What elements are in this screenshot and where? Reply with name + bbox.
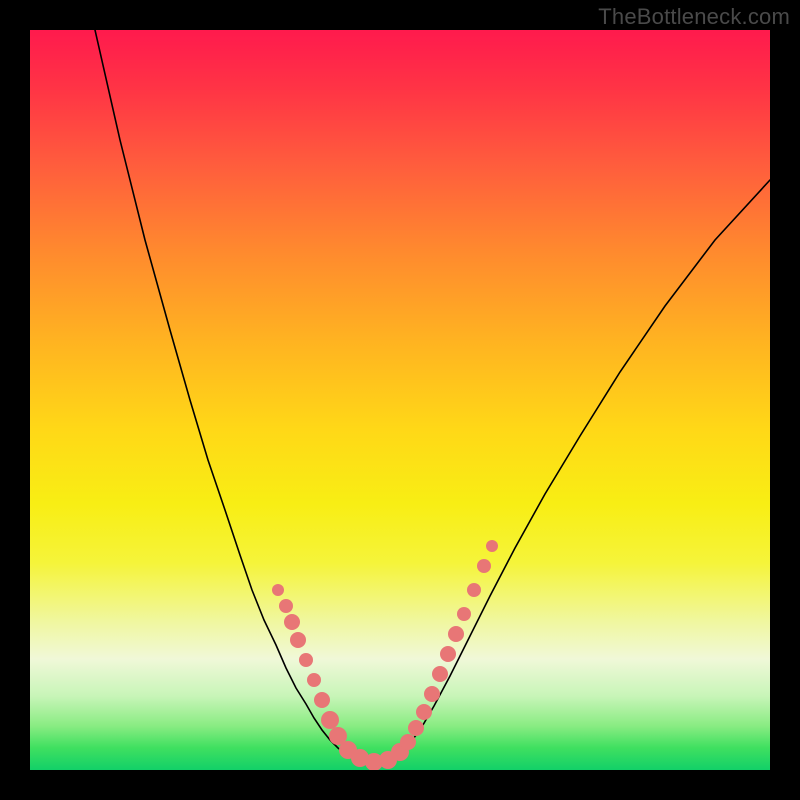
plot-area bbox=[30, 30, 770, 770]
data-dot bbox=[424, 686, 440, 702]
data-dot bbox=[299, 653, 313, 667]
chart-stage: TheBottleneck.com bbox=[0, 0, 800, 800]
data-dot bbox=[440, 646, 456, 662]
data-dot bbox=[467, 583, 481, 597]
data-dot bbox=[416, 704, 432, 720]
data-dot bbox=[486, 540, 498, 552]
data-dot bbox=[290, 632, 306, 648]
data-dot bbox=[432, 666, 448, 682]
dots-right bbox=[391, 540, 498, 761]
data-dot bbox=[408, 720, 424, 736]
data-dot bbox=[477, 559, 491, 573]
data-dot bbox=[307, 673, 321, 687]
data-dot bbox=[279, 599, 293, 613]
watermark-text: TheBottleneck.com bbox=[598, 4, 790, 30]
data-dot bbox=[448, 626, 464, 642]
curve-layer bbox=[30, 30, 770, 770]
data-dot bbox=[321, 711, 339, 729]
data-dot bbox=[457, 607, 471, 621]
data-dot bbox=[284, 614, 300, 630]
right-curve bbox=[394, 180, 770, 760]
data-dot bbox=[314, 692, 330, 708]
data-dot bbox=[400, 734, 416, 750]
data-dot bbox=[272, 584, 284, 596]
left-curve bbox=[95, 30, 362, 760]
